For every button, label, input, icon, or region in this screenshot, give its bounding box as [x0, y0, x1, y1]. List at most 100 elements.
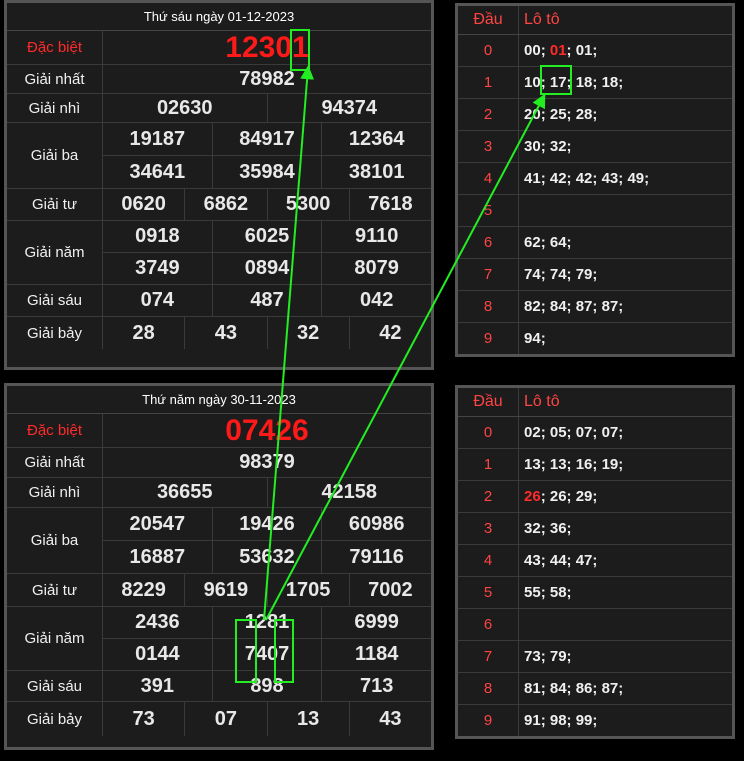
- loto-value: 05: [549, 424, 567, 441]
- prize-number: 60986: [321, 508, 431, 540]
- loto-value: 87: [601, 298, 619, 315]
- loto-row: 1 10; 17; 18; 18;: [458, 67, 732, 99]
- prize-number: 7618: [348, 189, 431, 220]
- result-table-30-11-2023: Thứ năm ngày 30-11-2023 Đặc biệt 07426 Giải…: [4, 383, 434, 750]
- prize-row: Giải tư 0620 6862 5300 7618: [7, 189, 431, 221]
- prize-row: Giải sáu 391 898 713: [7, 671, 431, 702]
- loto-row: 0 00; 01; 01;: [458, 35, 732, 67]
- loto-value: 87: [575, 298, 593, 315]
- loto-head-digit: 7: [458, 641, 519, 672]
- special-prize-number: 12301: [225, 31, 309, 64]
- prize-number: 13: [266, 702, 349, 736]
- prize-row: Giải nhất 78982: [7, 65, 431, 94]
- loto-head-digit: 4: [458, 163, 519, 194]
- loto-values: 81; 84; 86; 87;: [524, 680, 628, 697]
- loto-row: 7 74; 74; 79;: [458, 259, 732, 291]
- loto-value: 84: [549, 680, 567, 697]
- header-loto: Lô tô: [524, 393, 560, 410]
- prize-number: 391: [140, 674, 175, 697]
- prize-number: 28: [132, 321, 155, 344]
- prize-number: 713: [321, 671, 431, 701]
- loto-head-digit: 3: [458, 131, 519, 162]
- loto-value: 29: [575, 488, 593, 505]
- prize-number: 78982: [239, 67, 295, 90]
- loto-value: 25: [549, 106, 567, 123]
- loto-value: 41: [524, 170, 541, 187]
- loto-head-digit: 4: [458, 545, 519, 576]
- loto-row: 6 62; 64;: [458, 227, 732, 259]
- prize-row: Giải bảy 28 43 32 42: [7, 317, 431, 349]
- loto-head-digit: 1: [458, 449, 519, 480]
- prize-number: 79116: [321, 541, 431, 573]
- loto-row: 1 13; 13; 16; 19;: [458, 449, 732, 481]
- loto-row: 2 20; 25; 28;: [458, 99, 732, 131]
- loto-row: 7 73; 79;: [458, 641, 732, 673]
- prize-number: 98379: [239, 451, 295, 473]
- loto-row: 8 82; 84; 87; 87;: [458, 291, 732, 323]
- loto-values: 26; 26; 29;: [524, 488, 602, 505]
- loto-head-digit: 3: [458, 513, 519, 544]
- prize-number: 9110: [321, 221, 431, 252]
- loto-value: 58: [549, 584, 567, 601]
- prize-number: 7002: [348, 574, 431, 606]
- header-dau: Đầu: [458, 388, 519, 416]
- loto-head-digit: 9: [458, 705, 519, 736]
- loto-values: 41; 42; 42; 43; 49;: [524, 170, 654, 187]
- prize-label: Giải nhì: [7, 94, 103, 122]
- prize-row: Giải nhì 02630 94374: [7, 94, 431, 123]
- prize-label: Giải nhì: [7, 478, 103, 507]
- prize-number: 1705: [266, 574, 349, 606]
- prize-number: 1281: [211, 607, 322, 638]
- loto-value: 74: [549, 266, 567, 283]
- prize-row: Giải ba 20547 19426 60986 16887 53632 79116: [7, 508, 431, 574]
- prize-number: 42: [348, 317, 431, 349]
- prize-number: 53632: [211, 541, 322, 573]
- prize-label: Giải nhất: [7, 65, 103, 93]
- prize-row: Giải ba 19187 84917 12364 34641 35984 38101: [7, 123, 431, 189]
- prize-label: Giải bảy: [7, 317, 103, 349]
- prize-label: Đặc biệt: [7, 31, 103, 64]
- prize-number: 43: [184, 317, 266, 349]
- prize-number: 6862: [184, 189, 266, 220]
- date-header: Thứ sáu ngày 01-12-2023: [7, 3, 431, 31]
- loto-value: 91: [524, 712, 541, 729]
- prize-number: 5300: [266, 189, 349, 220]
- prize-number: 074: [140, 289, 175, 311]
- loto-value: 01: [575, 42, 593, 59]
- loto-value: 99: [575, 712, 593, 729]
- prize-number: 0620: [121, 193, 166, 215]
- loto-row: 6: [458, 609, 732, 641]
- prize-number: 2436: [135, 611, 180, 633]
- loto-value: 18: [601, 74, 619, 91]
- prize-label: Giải tư: [7, 574, 103, 606]
- prize-number: 8229: [121, 578, 166, 601]
- prize-number: 94374: [266, 94, 432, 122]
- loto-value: 44: [549, 552, 567, 569]
- prize-row: Đặc biệt 07426: [7, 414, 431, 448]
- prize-number: 6999: [321, 607, 431, 638]
- loto-values: 82; 84; 87; 87;: [524, 298, 628, 315]
- loto-value: 16: [575, 456, 593, 473]
- prize-number: 0894: [211, 253, 322, 284]
- loto-value: 73: [524, 648, 541, 665]
- loto-values: 43; 44; 47;: [524, 552, 602, 569]
- loto-value: 26: [549, 488, 567, 505]
- prize-label: Giải năm: [7, 607, 103, 670]
- loto-row: 8 81; 84; 86; 87;: [458, 673, 732, 705]
- prize-number: 0918: [135, 225, 180, 247]
- loto-row: 0 02; 05; 07; 07;: [458, 417, 732, 449]
- prize-number: 20547: [129, 512, 186, 535]
- prize-number: 6025: [211, 221, 322, 252]
- loto-values: 74; 74; 79;: [524, 266, 602, 283]
- loto-value: 55: [524, 584, 541, 601]
- prize-number: 19187: [129, 127, 186, 150]
- loto-value: 28: [575, 106, 593, 123]
- prize-number: 42158: [266, 478, 432, 507]
- result-table-01-12-2023: Thứ sáu ngày 01-12-2023 Đặc biệt 12301 Giải…: [4, 0, 434, 370]
- prize-number: 43: [348, 702, 431, 736]
- prize-number: 38101: [321, 156, 431, 188]
- prize-label: Giải sáu: [7, 671, 103, 701]
- loto-row: 5: [458, 195, 732, 227]
- loto-head-digit: 6: [458, 227, 519, 258]
- loto-value: 79: [575, 266, 593, 283]
